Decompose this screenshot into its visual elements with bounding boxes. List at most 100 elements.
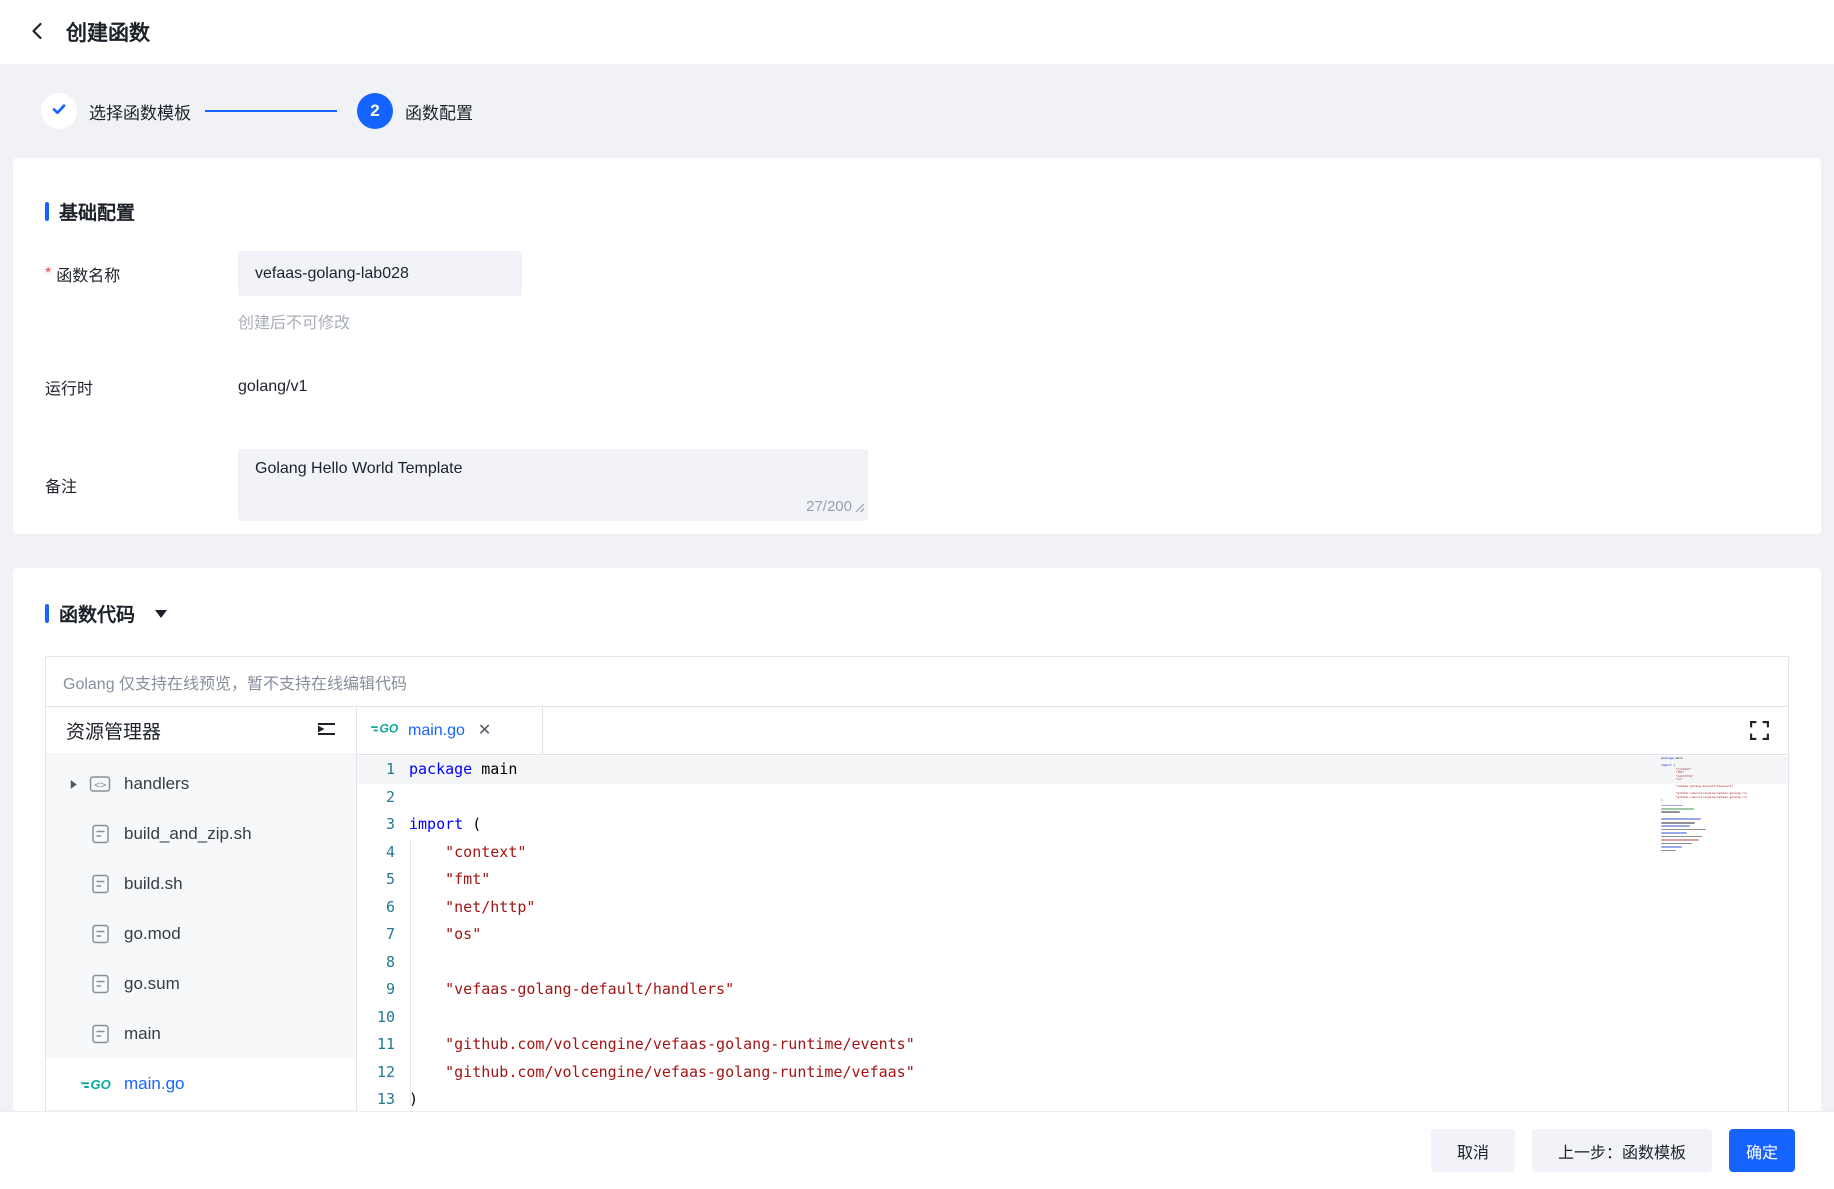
- line-content: package main: [395, 756, 517, 784]
- code-line-12: 12 "github.com/volcengine/vefaas-golang-…: [357, 1059, 1788, 1087]
- function-name-label: * 函数名称: [45, 251, 238, 296]
- tree-item-main.go[interactable]: GOmain.go: [46, 1059, 356, 1109]
- function-code-section-title: 函数代码: [45, 600, 1789, 627]
- step-1: 选择函数模板: [41, 93, 191, 129]
- line-number: 4: [357, 839, 395, 867]
- remark-label: 备注: [45, 473, 238, 497]
- code-editor: GO main.go ✕ 1package ma: [357, 707, 1788, 1112]
- fullscreen-button[interactable]: [1749, 720, 1770, 744]
- file-icon: [88, 1024, 112, 1044]
- textarea-resize-handle[interactable]: [855, 500, 865, 518]
- code-line-8: 8: [357, 949, 1788, 977]
- tab-main-go[interactable]: GO main.go ✕: [357, 707, 543, 754]
- expand-arrow-icon[interactable]: [68, 779, 82, 790]
- collapse-section-caret-icon[interactable]: [155, 610, 167, 618]
- main-content: 基础配置 * 函数名称 创建后不可修改 运行时 golang/v1 备注: [0, 158, 1834, 1112]
- code-line-9: 9 "vefaas-golang-default/handlers": [357, 976, 1788, 1004]
- function-code-card: 函数代码 Golang 仅支持在线预览，暂不支持在线编辑代码 资源管理器: [13, 568, 1821, 1112]
- tree-item-go.sum[interactable]: go.sum: [46, 959, 356, 1009]
- minimap[interactable]: package main import ( "context" "fmt" "n…: [1661, 757, 1747, 853]
- file-tree: <> handlers build_and_zip.sh build.sh go.mod…: [46, 755, 356, 1109]
- step-2-circle: 2: [357, 93, 393, 129]
- code-hint-text: Golang 仅支持在线预览，暂不支持在线编辑代码: [63, 670, 407, 694]
- tree-item-label: main: [124, 1024, 161, 1044]
- tree-item-label: go.mod: [124, 924, 181, 944]
- line-content: [395, 949, 409, 977]
- code-line-2: 2: [357, 784, 1788, 812]
- remark-textarea[interactable]: Golang Hello World Template: [238, 449, 868, 521]
- line-number: 9: [357, 976, 395, 1004]
- tree-item-label: go.sum: [124, 974, 180, 994]
- tree-item-handlers[interactable]: <> handlers: [46, 759, 356, 809]
- line-number: 2: [357, 784, 395, 812]
- code-hint-bar: Golang 仅支持在线预览，暂不支持在线编辑代码: [46, 657, 1788, 707]
- line-number: 13: [357, 1086, 395, 1112]
- go-file-icon: GO: [371, 720, 399, 741]
- step-connector: [205, 110, 337, 112]
- line-number: 6: [357, 894, 395, 922]
- previous-step-button[interactable]: 上一步：函数模板: [1532, 1129, 1712, 1172]
- code-line-10: 10: [357, 1004, 1788, 1032]
- code-line-4: 4 "context": [357, 839, 1788, 867]
- line-content: "context": [395, 839, 526, 867]
- line-number: 3: [357, 811, 395, 839]
- code-area[interactable]: 1package main23import (4 "context"5 "fmt…: [357, 755, 1788, 1112]
- indent-guide: [410, 839, 411, 1105]
- runtime-value: golang/v1: [238, 378, 307, 396]
- code-line-11: 11 "github.com/volcengine/vefaas-golang-…: [357, 1031, 1788, 1059]
- function-name-note: 创建后不可修改: [238, 309, 522, 333]
- line-number: 7: [357, 921, 395, 949]
- code-container: Golang 仅支持在线预览，暂不支持在线编辑代码 资源管理器 <> handle…: [45, 656, 1789, 1112]
- line-content: "net/http": [395, 894, 535, 922]
- line-number: 12: [357, 1059, 395, 1087]
- remark-char-counter: 27/200: [806, 498, 852, 515]
- file-explorer: 资源管理器 <> handlers build_and_zip.sh build.sh…: [46, 707, 357, 1112]
- svg-text:GO: GO: [380, 722, 399, 736]
- tab-label: main.go: [408, 722, 465, 740]
- tree-item-label: main.go: [124, 1074, 184, 1094]
- line-content: "os": [395, 921, 481, 949]
- line-number: 5: [357, 866, 395, 894]
- line-content: "vefaas-golang-default/handlers": [395, 976, 734, 1004]
- section-title-bar: [45, 202, 49, 221]
- code-line-6: 6 "net/http": [357, 894, 1788, 922]
- runtime-label: 运行时: [45, 375, 238, 399]
- check-icon: [49, 99, 69, 124]
- code-line-1: 1package main: [357, 756, 1788, 784]
- folder-icon: <>: [88, 774, 112, 794]
- line-content: "github.com/volcengine/vefaas-golang-run…: [395, 1059, 915, 1087]
- line-content: [395, 1004, 409, 1032]
- code-line-13: 13): [357, 1086, 1788, 1112]
- back-button[interactable]: [24, 19, 50, 45]
- fullscreen-icon: [1749, 729, 1770, 744]
- line-content: [395, 784, 409, 812]
- tree-item-build_and_zip.sh[interactable]: build_and_zip.sh: [46, 809, 356, 859]
- tree-item-go.mod[interactable]: go.mod: [46, 909, 356, 959]
- file-icon: [88, 924, 112, 944]
- cancel-button[interactable]: 取消: [1431, 1129, 1515, 1172]
- function-name-row: * 函数名称 创建后不可修改: [45, 251, 1789, 333]
- page-title: 创建函数: [66, 17, 150, 47]
- step-indicator: 选择函数模板 2 函数配置: [0, 64, 1834, 158]
- tree-item-label: handlers: [124, 774, 189, 794]
- step-2-label: 函数配置: [405, 99, 473, 124]
- confirm-button[interactable]: 确定: [1729, 1129, 1795, 1172]
- remark-textarea-wrap: Golang Hello World Template 27/200: [238, 449, 868, 521]
- tree-item-label: build.sh: [124, 874, 183, 894]
- code-line-5: 5 "fmt": [357, 866, 1788, 894]
- close-tab-icon[interactable]: ✕: [478, 723, 491, 739]
- line-number: 8: [357, 949, 395, 977]
- tree-item-main[interactable]: main: [46, 1009, 356, 1059]
- page-header: 创建函数: [0, 0, 1834, 64]
- code-line-7: 7 "os": [357, 921, 1788, 949]
- step-1-circle: [41, 93, 77, 129]
- line-content: import (: [395, 811, 481, 839]
- collapse-explorer-button[interactable]: [314, 719, 338, 742]
- remark-row: 备注 Golang Hello World Template 27/200: [45, 449, 1789, 521]
- tree-item-build.sh[interactable]: build.sh: [46, 859, 356, 909]
- function-code-title-text: 函数代码: [59, 600, 135, 627]
- function-name-input[interactable]: [238, 251, 522, 296]
- line-number: 1: [357, 756, 395, 784]
- code-lines: 1package main23import (4 "context"5 "fmt…: [357, 756, 1788, 1112]
- explorer-title: 资源管理器: [66, 717, 161, 744]
